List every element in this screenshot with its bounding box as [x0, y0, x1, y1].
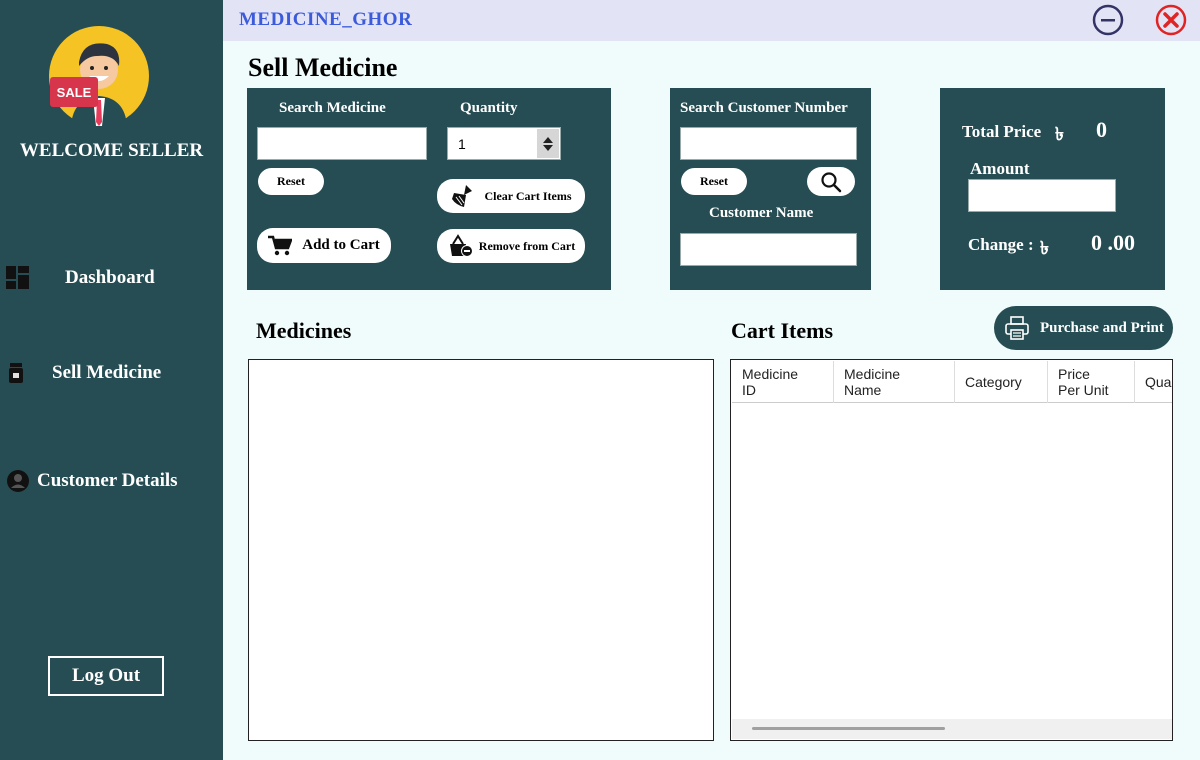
column-header-medicine-id[interactable]: Medicine ID: [732, 361, 834, 403]
remove-from-cart-button[interactable]: Remove from Cart: [437, 229, 585, 263]
column-header-price-per-unit[interactable]: Price Per Unit: [1048, 361, 1135, 403]
up-down-arrow-icon: [543, 136, 553, 151]
change-label: Change :: [968, 235, 1034, 254]
stepper-arrows[interactable]: [537, 129, 559, 158]
sale-badge: SALE: [50, 77, 98, 107]
sidebar-item-label: Sell Medicine: [52, 362, 162, 383]
sidebar-item-customer-details[interactable]: Customer Details: [0, 461, 223, 501]
change-value: 0 .00: [1091, 230, 1135, 255]
broom-icon: [452, 185, 473, 207]
close-button[interactable]: [1154, 4, 1188, 36]
close-icon: [1155, 4, 1187, 36]
customer-name-label: Customer Name: [709, 205, 814, 221]
clear-cart-label: Clear Cart Items: [484, 188, 572, 203]
medicine-bottle-icon: [4, 361, 28, 385]
add-to-cart-button[interactable]: Add to Cart: [257, 228, 391, 263]
printer-icon: [1005, 316, 1029, 340]
basket-remove-icon: [449, 234, 473, 257]
sidebar: SALE WELCOME SELLER Dashboard Sell Medic…: [0, 0, 223, 760]
minimize-icon: [1092, 4, 1124, 36]
search-customer-input[interactable]: [680, 127, 857, 160]
horizontal-scrollbar[interactable]: [732, 719, 1172, 739]
purchase-and-print-button[interactable]: Purchase and Print: [994, 306, 1173, 350]
page-title: Sell Medicine: [248, 53, 398, 82]
sidebar-item-sell-medicine[interactable]: Sell Medicine: [0, 353, 223, 393]
amount-field[interactable]: [968, 179, 1116, 212]
search-medicine-label: Search Medicine: [279, 100, 386, 116]
add-to-cart-label: Add to Cart: [302, 237, 380, 253]
seller-avatar: [49, 26, 149, 126]
cart-items-table[interactable]: Medicine ID Medicine Name Category Price…: [730, 359, 1173, 741]
sidebar-item-label: Customer Details: [37, 470, 178, 491]
reset-customer-button[interactable]: Reset: [681, 168, 747, 195]
column-header-medicine-name[interactable]: Medicine Name: [834, 361, 955, 403]
customer-name-field[interactable]: [680, 233, 857, 266]
search-customer-label: Search Customer Number: [680, 100, 848, 116]
search-medicine-input[interactable]: [257, 127, 427, 160]
app-title: MEDICINE_GHOR: [239, 9, 413, 30]
column-header-category[interactable]: Category: [955, 361, 1048, 403]
medicines-list[interactable]: [248, 359, 714, 741]
amount-label: Amount: [970, 159, 1030, 178]
welcome-text: WELCOME SELLER: [19, 140, 204, 161]
cart-icon: [268, 235, 293, 255]
total-price-value: 0: [1096, 117, 1107, 142]
clear-cart-button[interactable]: Clear Cart Items: [437, 179, 585, 213]
currency-symbol: ৳: [1040, 238, 1049, 258]
currency-symbol: ৳: [1055, 124, 1064, 144]
quantity-stepper[interactable]: 1: [447, 127, 561, 160]
total-price-label: Total Price: [962, 122, 1042, 141]
sidebar-item-label: Dashboard: [65, 267, 155, 288]
cart-title: Cart Items: [731, 318, 834, 343]
dashboard-icon: [6, 266, 30, 290]
column-header-quantity[interactable]: Qua: [1135, 361, 1172, 403]
remove-from-cart-label: Remove from Cart: [478, 238, 576, 253]
purchase-label: Purchase and Print: [1040, 319, 1164, 336]
title-bar: MEDICINE_GHOR: [223, 0, 1200, 41]
quantity-label: Quantity: [460, 100, 518, 116]
minimize-button[interactable]: [1091, 4, 1125, 36]
reset-medicine-button[interactable]: Reset: [258, 168, 324, 195]
search-icon: [821, 171, 842, 192]
user-circle-icon: [6, 469, 30, 493]
search-customer-button[interactable]: [807, 167, 855, 196]
medicines-title: Medicines: [256, 318, 352, 343]
scrollbar-thumb[interactable]: [752, 727, 945, 730]
quantity-value: 1: [458, 136, 466, 152]
sidebar-item-dashboard[interactable]: Dashboard: [0, 258, 223, 298]
table-header: Medicine ID Medicine Name Category Price…: [732, 361, 1172, 403]
logout-button[interactable]: Log Out: [48, 656, 164, 696]
